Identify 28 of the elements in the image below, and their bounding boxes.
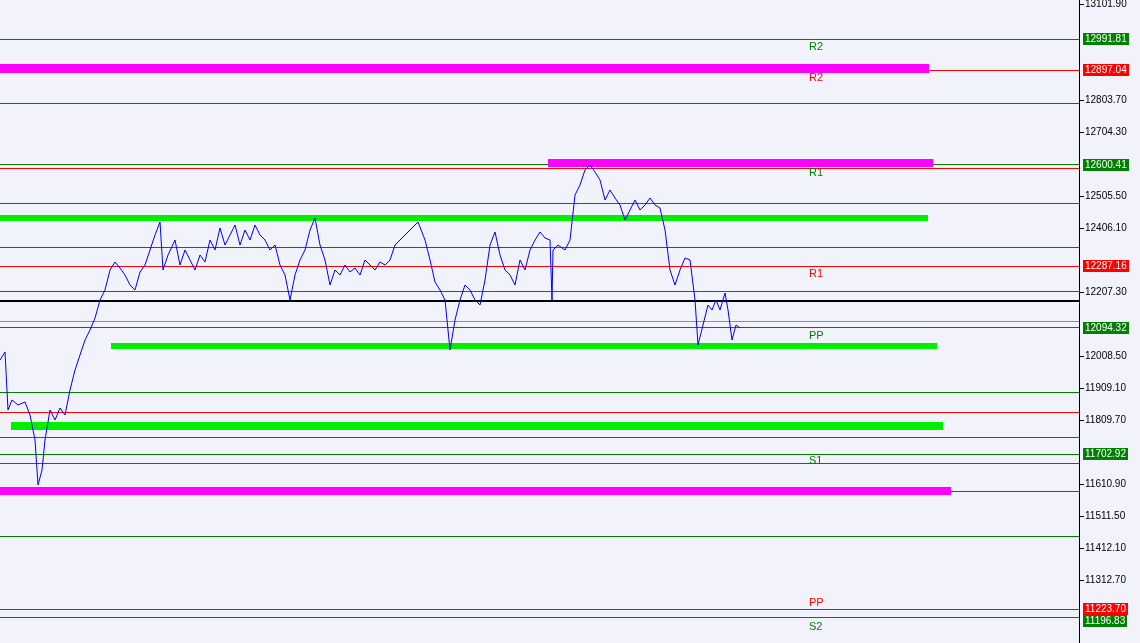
level-label: R2 [809, 71, 824, 83]
price-tag: 12991.81 [1083, 33, 1129, 46]
price-tag: 11702.92 [1083, 448, 1128, 461]
tick-label: 11511.50 [1085, 510, 1126, 523]
tick-label: 12207.30 [1085, 286, 1127, 298]
level-label: R1 [809, 166, 824, 178]
level-label: S1 [809, 454, 823, 466]
tick-label: 12505.50 [1085, 190, 1127, 202]
tick-label: 11909.10 [1085, 382, 1126, 394]
price-tag: 12600.41 [1083, 159, 1129, 172]
level-label: PP [809, 596, 824, 608]
level-label: R2 [809, 40, 824, 52]
tick-label: 11312.70 [1085, 574, 1126, 587]
level-label: S2 [809, 620, 823, 632]
level-label: PP [809, 329, 824, 341]
tick-label: 12803.70 [1085, 94, 1127, 106]
tick-label: 12008.50 [1085, 350, 1127, 362]
tick-label: 11809.70 [1085, 414, 1126, 427]
price-tag: 12287.16 [1083, 260, 1129, 273]
tick-label: 13101.90 [1085, 0, 1127, 10]
tick-label: 12704.30 [1085, 126, 1127, 138]
price-tag: 12897.04 [1083, 63, 1129, 76]
tick-label: 11610.90 [1085, 478, 1126, 491]
price-tag: 12094.32 [1083, 322, 1129, 335]
tick-label: 12406.10 [1085, 222, 1127, 234]
price-tag: 11223.70 [1083, 602, 1128, 615]
tick-label: 11412.10 [1085, 542, 1126, 555]
level-label: R1 [809, 267, 824, 279]
